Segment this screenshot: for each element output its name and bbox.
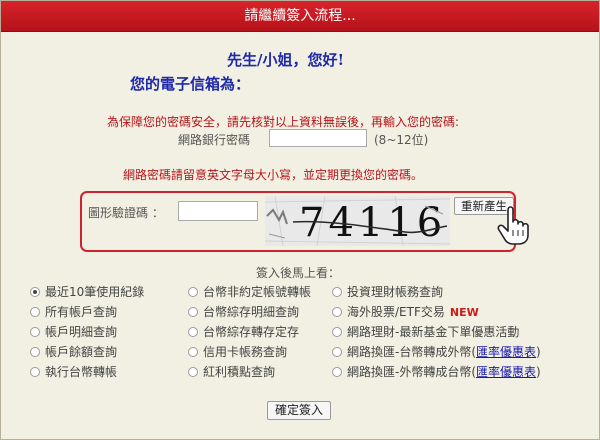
rate-table-link[interactable]: 匯率優惠表 [476,345,536,359]
radio-button[interactable] [332,287,342,297]
confirm-login-button[interactable]: 確定簽入 [267,401,331,420]
option-label: 台幣綜存明細查詢 [203,305,300,319]
captcha-characters: 74116 [299,200,446,246]
option-label: 台幣非約定帳號轉帳 [203,285,312,299]
password-label: 網路銀行密碼 [178,133,251,147]
radio-button[interactable] [30,347,40,357]
option-label: 海外股票/ETF交易 [347,305,445,319]
option-recent-records[interactable]: 最近10筆使用紀錄 [30,284,144,300]
page-title: 請繼續簽入流程... [1,1,599,32]
option-label: 網路換匯-外幣轉成台幣( [347,365,477,379]
radio-button[interactable] [332,347,342,357]
option-label: 投資理財帳務查詢 [347,285,444,299]
captcha-input[interactable] [178,201,258,221]
password-input[interactable] [269,129,367,147]
option-label: 網路理財-最新基金下單優惠活動 [347,325,520,339]
option-account-details[interactable]: 帳戶明細查詢 [30,324,117,340]
security-warning: 為保障您的密碼安全，請先核對以上資料無誤後，再輸入您的密碼: [107,115,460,129]
radio-button[interactable] [188,327,198,337]
greeting-text: 先生/小姐，您好! [227,51,345,69]
radio-button[interactable] [30,327,40,337]
radio-button[interactable] [30,367,40,377]
option-all-accounts[interactable]: 所有帳戶查詢 [30,304,117,320]
rate-table-link[interactable]: 匯率優惠表 [476,365,536,379]
option-twd-transfer[interactable]: 執行台幣轉帳 [30,364,117,380]
option-credit-card-account[interactable]: 信用卡帳務查詢 [188,344,287,360]
radio-button-selected[interactable] [30,287,40,297]
option-label: 帳戶餘額查詢 [45,345,118,359]
option-label: 網路換匯-台幣轉成外幣( [347,345,477,359]
email-label: 您的電子信箱為： [130,75,251,93]
option-label: 紅利積點查詢 [203,365,276,379]
option-exchange-twd-to-foreign[interactable]: 網路換匯-台幣轉成外幣(匯率優惠表) [332,344,541,360]
option-overseas-stock-etf[interactable]: 海外股票/ETF交易 NEW [332,304,479,320]
option-label: 所有帳戶查詢 [45,305,118,319]
pointer-hand-icon [497,206,529,245]
option-label-suffix: ) [536,365,541,379]
case-warning: 網路密碼請留意英文字母大小寫，並定期更換您的密碼。 [123,168,424,182]
option-fund-promotion[interactable]: 網路理財-最新基金下單優惠活動 [332,324,519,340]
option-comprehensive-to-time-deposit[interactable]: 台幣綜存轉存定存 [188,324,299,340]
option-account-balance[interactable]: 帳戶餘額查詢 [30,344,117,360]
option-comprehensive-details[interactable]: 台幣綜存明細查詢 [188,304,299,320]
radio-button[interactable] [332,327,342,337]
option-non-designated-transfer[interactable]: 台幣非約定帳號轉帳 [188,284,311,300]
option-label: 最近10筆使用紀錄 [45,285,145,299]
radio-button[interactable] [188,287,198,297]
options-title: 簽入後馬上看： [256,266,341,280]
option-bonus-points[interactable]: 紅利積點查詢 [188,364,275,380]
option-label: 帳戶明細查詢 [45,325,118,339]
radio-button[interactable] [188,367,198,377]
option-label: 執行台幣轉帳 [45,365,118,379]
option-exchange-foreign-to-twd[interactable]: 網路換匯-外幣轉成台幣(匯率優惠表) [332,364,541,380]
password-length-hint: (8~12位) [374,133,429,147]
radio-button[interactable] [30,307,40,317]
captcha-label: 圖形驗證碼 ： [88,206,164,220]
option-investment-account[interactable]: 投資理財帳務查詢 [332,284,443,300]
option-label: 台幣綜存轉存定存 [203,325,300,339]
radio-button[interactable] [332,307,342,317]
captcha-image: 74116 [265,196,450,246]
option-label: 信用卡帳務查詢 [203,345,288,359]
option-label-suffix: ) [536,345,541,359]
radio-button[interactable] [188,347,198,357]
new-badge: NEW [449,306,479,319]
radio-button[interactable] [332,367,342,377]
radio-button[interactable] [188,307,198,317]
